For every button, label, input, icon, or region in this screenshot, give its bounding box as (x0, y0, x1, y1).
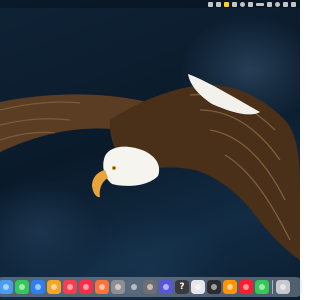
eagle-beak (92, 170, 108, 198)
opera-icon (242, 283, 250, 291)
dock-item-app-store[interactable] (223, 280, 237, 294)
trash-icon (279, 283, 287, 291)
screenshot-icon (146, 283, 154, 291)
battery-icon[interactable] (256, 2, 264, 6)
dock-item-music[interactable] (79, 280, 93, 294)
gauge-icon (210, 283, 218, 291)
firefox-icon (98, 283, 106, 291)
status-app-icon[interactable] (291, 1, 296, 7)
dock-item-safari[interactable] (31, 280, 45, 294)
dock-item-activity-monitor[interactable] (207, 280, 221, 294)
dock-item-app[interactable] (255, 280, 269, 294)
menu-bar (0, 0, 300, 8)
dock-item-system-settings[interactable] (111, 280, 125, 294)
gear-icon (114, 283, 122, 291)
dock-item-disk-utility[interactable] (191, 280, 205, 294)
dock-item-firefox[interactable] (95, 280, 109, 294)
status-app-icon[interactable] (224, 1, 229, 7)
messages-icon (18, 283, 26, 291)
dock-item-opera[interactable] (239, 280, 253, 294)
status-app-icon[interactable] (232, 1, 237, 7)
status-app-icon[interactable] (283, 1, 288, 7)
dock-item-news[interactable] (63, 280, 77, 294)
dock-separator (272, 280, 273, 294)
eagle-wallpaper (0, 74, 300, 260)
dock-item-preview[interactable] (127, 280, 141, 294)
status-app-icon[interactable] (216, 1, 221, 7)
photos-icon (50, 283, 58, 291)
dock-item-app[interactable] (159, 280, 173, 294)
music-icon (82, 283, 90, 291)
app-icon (258, 283, 266, 291)
dock: ? (0, 277, 302, 297)
status-app-icon[interactable] (267, 1, 272, 7)
preview-icon (130, 283, 138, 291)
disk-icon (194, 283, 202, 291)
question-icon: ? (179, 282, 185, 292)
desktop (0, 0, 300, 300)
finder-icon (2, 283, 10, 291)
dock-item-messages[interactable] (15, 280, 29, 294)
dock-item-screenshot[interactable] (143, 280, 157, 294)
dock-item-photos[interactable] (47, 280, 61, 294)
app-store-icon (226, 283, 234, 291)
dock-item-help[interactable]: ? (175, 280, 189, 294)
safari-icon (34, 283, 42, 291)
status-app-icon[interactable] (208, 1, 213, 7)
wifi-icon[interactable] (240, 1, 245, 7)
colorful-app-icon (162, 283, 170, 291)
news-icon (66, 283, 74, 291)
status-app-icon[interactable] (248, 1, 253, 7)
dock-item-finder[interactable] (0, 280, 13, 294)
dock-item-trash[interactable] (276, 280, 290, 294)
control-center-icon[interactable] (275, 1, 280, 7)
